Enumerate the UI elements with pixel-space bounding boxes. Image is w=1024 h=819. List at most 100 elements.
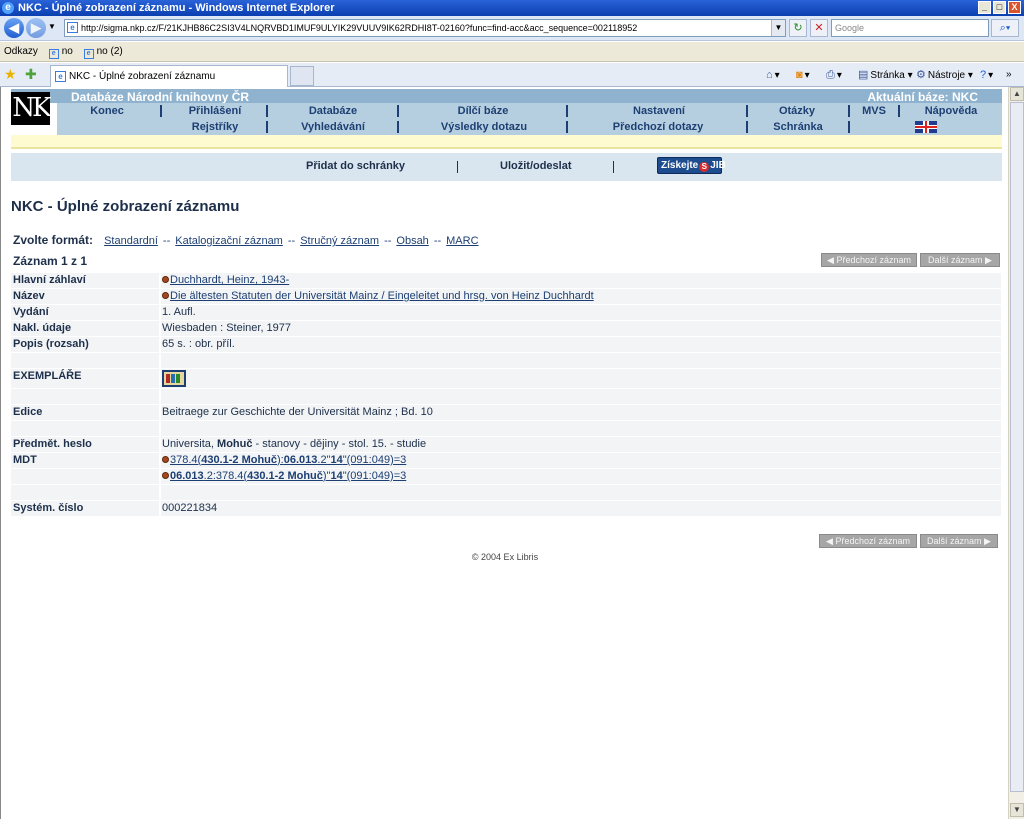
menu-databaze[interactable]: Databáze xyxy=(303,103,363,119)
back-icon[interactable]: ◀ xyxy=(4,18,24,38)
menu-dilci-baze[interactable]: Dílčí báze xyxy=(451,103,515,119)
scroll-down-icon[interactable]: ▼ xyxy=(1010,803,1024,817)
page-icon: e xyxy=(67,22,78,33)
feeds-icon[interactable]: ◙ ▾ xyxy=(796,68,810,83)
menu-predchozi-dotazy[interactable]: Předchozí dotazy xyxy=(603,119,713,135)
menu-vyhledavani[interactable]: Vyhledávání xyxy=(293,119,373,135)
author-link[interactable]: Duchhardt, Heinz, 1943- xyxy=(170,274,289,286)
field-label: Popis (rozsah) xyxy=(11,337,159,352)
add-favorite-icon[interactable]: ✚ xyxy=(25,67,37,81)
links-bar: Odkazy e no e no (2) xyxy=(0,42,1024,62)
menu-nastaveni[interactable]: Nastavení xyxy=(627,103,691,119)
menu-konec[interactable]: Konec xyxy=(79,103,135,119)
next-record-button-bottom[interactable]: Další záznam ▶ xyxy=(920,534,998,548)
forward-icon[interactable]: ▶ xyxy=(26,18,46,38)
page-viewport: Databáze Národní knihovny ČR Aktuální bá… xyxy=(0,87,1024,819)
menu-napoveda[interactable]: Nápověda xyxy=(919,103,983,119)
research-icon[interactable]: » xyxy=(1006,68,1012,82)
address-row: ◀ ▶ ▼ e http://sigma.nkp.cz/F/21KJHB86C2… xyxy=(0,16,1024,41)
search-icon[interactable]: ⌕▾ xyxy=(991,19,1019,37)
field-label: Název xyxy=(11,289,159,304)
menu-separator xyxy=(160,105,162,117)
bullet-icon xyxy=(162,456,169,463)
refresh-icon[interactable]: ↻ xyxy=(789,19,807,37)
address-url: http://sigma.nkp.cz/F/21KJHB86C2SI3V4LNQ… xyxy=(81,23,638,33)
table-row: EXEMPLÁŘE xyxy=(11,369,1001,389)
add-to-basket-link[interactable]: Přidat do schránky xyxy=(306,159,405,173)
format-contents-link[interactable]: Obsah xyxy=(396,235,428,247)
menu-prihlaseni[interactable]: Přihlášení xyxy=(185,103,245,119)
save-send-link[interactable]: Uložit/odeslat xyxy=(500,159,572,173)
format-standard-link[interactable]: Standardní xyxy=(104,235,158,247)
link-item[interactable]: e no xyxy=(48,42,73,62)
table-row: Systém. číslo 000221834 xyxy=(11,501,1001,517)
menu-otazky[interactable]: Otázky xyxy=(773,103,821,119)
title-link[interactable]: Die ältesten Statuten der Universität Ma… xyxy=(170,290,594,302)
field-label: Systém. číslo xyxy=(11,501,159,516)
browser-tab[interactable]: e NKC - Úplné zobrazení záznamu xyxy=(50,65,288,87)
page-menu[interactable]: ▤ Stránka ▾ xyxy=(858,68,913,83)
mdt-link-1[interactable]: 378.4(430.1-2 Mohuč):06.013.2"14"(091:04… xyxy=(170,454,406,466)
field-value: 1. Aufl. xyxy=(161,305,1001,320)
next-record-button[interactable]: Další záznam ▶ xyxy=(920,253,1000,267)
scroll-thumb[interactable] xyxy=(1010,102,1024,792)
scroll-up-icon[interactable]: ▲ xyxy=(1010,87,1024,101)
prev-record-button-bottom[interactable]: ◀ Předchozí záznam xyxy=(819,534,917,548)
field-label: Edice xyxy=(11,405,159,420)
home-icon[interactable]: ⌂ ▾ xyxy=(766,68,780,83)
new-tab-button[interactable] xyxy=(290,66,314,86)
table-row: Předmět. heslo Universita, Mohuč - stano… xyxy=(11,437,1001,453)
field-value xyxy=(161,369,1001,388)
field-value-empty xyxy=(161,421,1001,436)
table-row-empty xyxy=(11,353,1001,369)
close-button[interactable]: X xyxy=(1008,1,1021,14)
table-row: Hlavní záhlaví Duchhardt, Heinz, 1943- xyxy=(11,273,1001,289)
address-field[interactable]: e http://sigma.nkp.cz/F/21KJHB86C2SI3V4L… xyxy=(64,19,786,37)
action-bar: Přidat do schránky Uložit/odeslat Získej… xyxy=(11,153,1002,181)
secondary-menu: Rejstříky Vyhledávání Výsledky dotazu Př… xyxy=(57,119,1002,135)
english-flag-icon[interactable] xyxy=(915,121,937,133)
address-dropdown-icon[interactable]: ▼ xyxy=(771,20,785,36)
menu-separator xyxy=(397,105,399,117)
tab-bar: ★ ✚ e NKC - Úplné zobrazení záznamu ⌂ ▾ ◙… xyxy=(0,63,1024,87)
field-label: MDT xyxy=(11,453,159,468)
prev-record-button[interactable]: ◀ Předchozí záznam xyxy=(821,253,917,267)
history-dropdown-icon[interactable]: ▼ xyxy=(48,22,56,31)
search-input[interactable]: Google xyxy=(831,19,989,37)
mdt-link-2[interactable]: 06.013.2:378.4(430.1-2 Mohuč)"14"(091:04… xyxy=(170,470,406,482)
record-count: Záznam 1 z 1 xyxy=(13,254,88,268)
bullet-icon xyxy=(162,292,169,299)
tools-menu[interactable]: ⚙ Nástroje ▾ xyxy=(916,68,973,83)
menu-rejstriky[interactable]: Rejstříky xyxy=(185,119,245,135)
menu-vysledky-dotazu[interactable]: Výsledky dotazu xyxy=(437,119,531,135)
field-value-empty xyxy=(161,353,1001,368)
maximize-button[interactable]: □ xyxy=(993,1,1006,14)
link-item[interactable]: e no (2) xyxy=(83,42,123,62)
format-marc-link[interactable]: MARC xyxy=(446,235,478,247)
vertical-scrollbar[interactable]: ▲ ▼ xyxy=(1008,87,1024,819)
jib-button[interactable]: Získejte S JIB xyxy=(657,157,726,174)
field-value: Wiesbaden : Steiner, 1977 xyxy=(161,321,1001,336)
field-value: 378.4(430.1-2 Mohuč):06.013.2"14"(091:04… xyxy=(161,453,1001,468)
ie-logo-icon: e xyxy=(2,2,14,14)
field-value: Duchhardt, Heinz, 1943- xyxy=(161,273,1001,288)
print-icon[interactable]: ⎙ ▾ xyxy=(826,68,842,83)
format-brief-link[interactable]: Stručný záznam xyxy=(300,235,379,247)
field-value-empty xyxy=(161,389,1001,404)
menu-separator xyxy=(566,105,568,117)
minimize-button[interactable]: _ xyxy=(978,1,991,14)
favorites-star-icon[interactable]: ★ xyxy=(4,67,17,81)
holdings-books-icon[interactable] xyxy=(162,370,186,387)
menu-separator xyxy=(898,105,900,117)
menu-schranka[interactable]: Schránka xyxy=(765,119,831,135)
menu-mvs[interactable]: MVS xyxy=(857,103,891,119)
help-icon[interactable]: ? ▾ xyxy=(980,68,993,83)
stop-icon[interactable]: ✕ xyxy=(810,19,828,37)
format-separator: -- xyxy=(433,235,442,247)
format-label: Zvolte formát: xyxy=(13,233,94,247)
table-row: 06.013.2:378.4(430.1-2 Mohuč)"14"(091:04… xyxy=(11,469,1001,485)
field-value: 65 s. : obr. příl. xyxy=(161,337,1001,352)
menu-separator xyxy=(266,121,268,133)
menu-separator xyxy=(266,105,268,117)
format-catalog-link[interactable]: Katalogizační záznam xyxy=(175,235,283,247)
